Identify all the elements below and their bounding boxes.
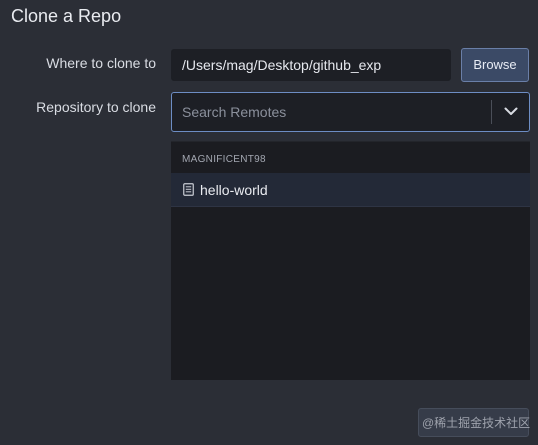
browse-button[interactable]: Browse xyxy=(461,48,529,82)
chevron-down-icon xyxy=(504,103,518,121)
remote-search-box xyxy=(171,92,530,132)
clone-path-field[interactable]: /Users/mag/Desktop/github_exp xyxy=(171,49,451,81)
repo-book-icon xyxy=(183,183,195,197)
clone-repo-dialog: Clone a Repo Where to clone to /Users/ma… xyxy=(0,0,538,445)
remotes-list[interactable]: MAGNIFICENT98 hello-world xyxy=(171,141,530,380)
remote-group-header: MAGNIFICENT98 xyxy=(182,154,266,165)
list-item-hello-world[interactable]: hello-world xyxy=(171,173,530,207)
search-remotes-input[interactable] xyxy=(172,93,492,131)
dropdown-toggle-button[interactable] xyxy=(492,93,529,131)
dialog-title: Clone a Repo xyxy=(11,6,122,26)
where-to-clone-label: Where to clone to xyxy=(46,55,156,71)
clone-button[interactable] xyxy=(418,408,529,437)
repository-label: Repository to clone xyxy=(36,99,156,115)
repo-name: hello-world xyxy=(200,181,268,198)
